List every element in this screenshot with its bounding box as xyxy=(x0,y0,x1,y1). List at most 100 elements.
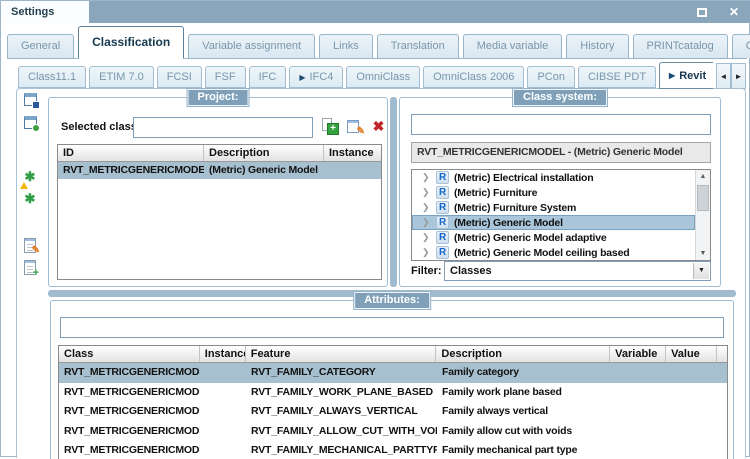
new-classification-button[interactable] xyxy=(22,114,40,132)
classification-content: ✱ ✱ ✎ + Project: Selected classes + ✎ ✖ … xyxy=(16,88,746,459)
cell-feature: RVT_FAMILY_WORK_PLANE_BASED xyxy=(251,385,433,398)
tree-item[interactable]: ❯ R (Metric) Electrical installation xyxy=(412,170,695,185)
expander-icon[interactable]: ❯ xyxy=(422,172,431,183)
tree-item[interactable]: ❯ R (Metric) Furniture xyxy=(412,185,695,200)
column-header-instance[interactable]: Instance xyxy=(324,145,381,161)
selected-classes-input[interactable] xyxy=(133,117,313,138)
table-row[interactable]: RVT_METRICGENERICMODEL (Metric) Generic … xyxy=(58,162,381,179)
tab-translation[interactable]: Translation xyxy=(376,34,459,58)
maximize-icon[interactable] xyxy=(696,7,707,17)
subtab-omniclass[interactable]: OmniClass xyxy=(346,66,421,88)
tab-variable-assignment[interactable]: Variable assignment xyxy=(188,34,316,58)
combo-arrow-icon[interactable]: ▼ xyxy=(693,263,709,279)
scrollbar-thumb[interactable] xyxy=(697,185,709,211)
vertical-splitter[interactable] xyxy=(390,97,397,287)
column-header-variable[interactable]: Variable xyxy=(610,346,667,362)
add-selected-class-button[interactable]: + xyxy=(322,118,339,135)
table-row[interactable]: RVT_METRICGENERICMODEL RVT_FAMILY_CATEGO… xyxy=(59,363,727,383)
expander-icon[interactable]: ❯ xyxy=(422,247,431,258)
column-header-description[interactable]: Description xyxy=(204,145,324,161)
attributes-filter-input[interactable] xyxy=(60,317,724,338)
tree-item[interactable]: ❯ R (Metric) Furniture System xyxy=(412,200,695,215)
tree-item-label: (Metric) Generic Model xyxy=(454,216,563,229)
subtab-cibse-pdt[interactable]: CIBSE PDT xyxy=(577,66,657,88)
tab-history[interactable]: History xyxy=(566,34,629,58)
scroll-tabs-left-button[interactable]: ◄ xyxy=(716,63,731,89)
table-row[interactable]: RVT_METRICGENERICMODEL RVT_FAMILY_ALLOW_… xyxy=(59,422,727,442)
tree-item-selected[interactable]: ❯ R (Metric) Generic Model xyxy=(412,215,695,230)
tab-links[interactable]: Links xyxy=(319,34,373,58)
cell-id: RVT_METRICGENERICMODEL xyxy=(63,164,204,176)
tree-item[interactable]: ❯ R (Metric) Generic Model ceiling based xyxy=(412,245,695,260)
class-tree: ❯ R (Metric) Electrical installation ❯ R… xyxy=(411,169,711,261)
cell-variable xyxy=(611,422,667,442)
edit-class-icon: ✎ xyxy=(346,118,365,137)
tab-classification[interactable]: Classification xyxy=(78,26,185,59)
cell-feature: RVT_FAMILY_MECHANICAL_PARTTYPE xyxy=(251,444,437,456)
column-header-description[interactable]: Description xyxy=(436,346,611,362)
expander-icon[interactable]: ❯ xyxy=(422,187,431,198)
cell-instance xyxy=(200,441,246,459)
column-header-class[interactable]: Class xyxy=(59,346,200,362)
project-panel: Project: Selected classes + ✎ ✖ ID Descr… xyxy=(48,89,388,287)
revit-class-icon: R xyxy=(436,171,449,184)
attributes-table: Class Instance Feature Description Varia… xyxy=(58,345,728,459)
subtab-ifc[interactable]: IFC xyxy=(248,66,287,88)
tab-general[interactable]: General xyxy=(7,34,75,58)
column-header-feature[interactable]: Feature xyxy=(246,346,437,362)
cell-value xyxy=(667,422,718,442)
add-attributes-button[interactable]: + xyxy=(22,259,40,279)
cell-class: RVT_METRICGENERICMODEL xyxy=(64,385,200,398)
table-row[interactable]: RVT_METRICGENERICMODEL RVT_FAMILY_ALWAYS… xyxy=(59,402,727,422)
class-search-input[interactable] xyxy=(411,114,711,135)
tree-scrollbar[interactable]: ▲ ▼ xyxy=(695,170,710,260)
window-title: Settings xyxy=(1,1,89,23)
document-icon: + xyxy=(24,260,39,279)
subtab-label: PCon xyxy=(537,71,565,83)
subtab-pcon[interactable]: PCon xyxy=(527,66,575,88)
tab-qa-check[interactable]: QA check xyxy=(731,34,750,58)
tree-item-label: (Metric) Furniture xyxy=(454,186,538,199)
close-icon[interactable]: ✕ xyxy=(729,6,739,18)
tab-media-variable[interactable]: Media variable xyxy=(462,34,563,58)
plus-badge-icon: + xyxy=(32,267,39,279)
scroll-down-icon[interactable]: ▼ xyxy=(696,247,710,260)
subtab-fcsi[interactable]: FCSI xyxy=(156,66,202,88)
add-class-to-project-button[interactable]: ✱ xyxy=(22,191,40,209)
subtab-label: Revit xyxy=(679,69,707,82)
save-classification-button[interactable] xyxy=(22,91,40,109)
scroll-tabs-right-button[interactable]: ► xyxy=(731,63,746,89)
cell-description: Family always vertical xyxy=(442,405,548,417)
edit-selected-class-button[interactable]: ✎ xyxy=(346,118,365,137)
column-header-instance[interactable]: Instance xyxy=(200,346,246,362)
add-class-icon: + xyxy=(322,118,339,135)
subtab-ifc4[interactable]: ▶ IFC4 xyxy=(289,66,344,88)
save-window-icon xyxy=(24,93,40,109)
subtab-fsf[interactable]: FSF xyxy=(204,66,246,88)
subtab-label: IFC xyxy=(258,71,277,83)
expander-icon[interactable]: ❯ xyxy=(422,232,431,243)
tree-item-label: (Metric) Furniture System xyxy=(454,201,577,214)
filter-dropdown[interactable]: Classes ▼ xyxy=(444,261,711,281)
document-icon: ✎ xyxy=(24,238,40,256)
subtab-omniclass-2006[interactable]: OmniClass 2006 xyxy=(423,66,525,88)
tree-item[interactable]: ❯ R (Metric) Generic Model adaptive xyxy=(412,230,695,245)
column-header-value[interactable]: Value xyxy=(666,346,717,362)
tab-printcatalog[interactable]: PRINTcatalog xyxy=(632,34,728,58)
subtab-class11-1[interactable]: Class11.1 xyxy=(18,66,87,88)
scroll-up-icon[interactable]: ▲ xyxy=(696,170,710,183)
subtab-revit[interactable]: ▶ Revit xyxy=(659,62,713,89)
edit-attributes-button[interactable]: ✎ xyxy=(22,237,40,256)
column-header-id[interactable]: ID xyxy=(58,145,204,161)
table-row[interactable]: RVT_METRICGENERICMODEL RVT_FAMILY_MECHAN… xyxy=(59,441,727,459)
subtab-etim-7-0[interactable]: ETIM 7.0 xyxy=(89,66,154,88)
attributes-panel-title: Attributes: xyxy=(354,292,430,309)
expander-icon[interactable]: ❯ xyxy=(422,217,431,228)
check-classes-button[interactable]: ✱ xyxy=(20,169,40,189)
tree-item-label: (Metric) Generic Model adaptive xyxy=(454,231,607,244)
expander-icon[interactable]: ❯ xyxy=(422,202,431,213)
remove-selected-class-button[interactable]: ✖ xyxy=(370,118,387,135)
subtab-label: FCSI xyxy=(166,71,192,83)
titlebar[interactable]: Settings ✕ xyxy=(1,1,750,23)
table-row[interactable]: RVT_METRICGENERICMODEL RVT_FAMILY_WORK_P… xyxy=(59,383,727,403)
